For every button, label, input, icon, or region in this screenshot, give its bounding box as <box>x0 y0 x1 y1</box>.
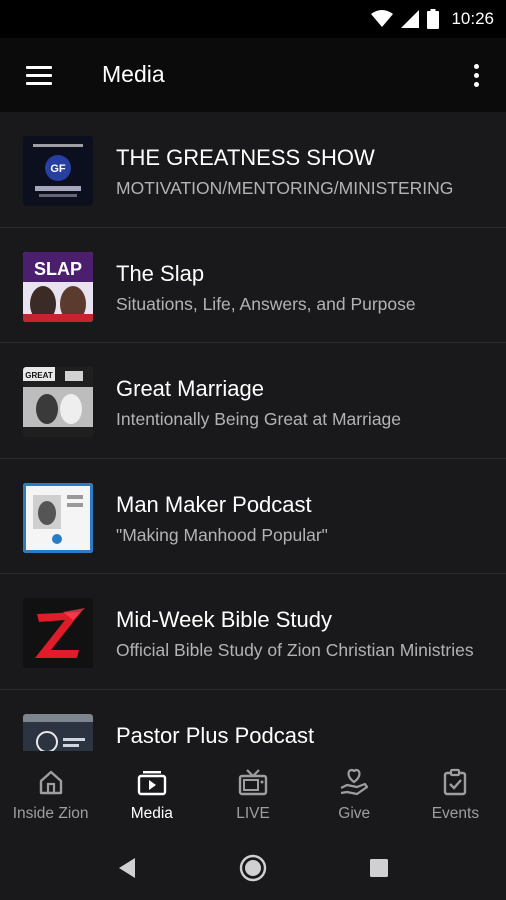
item-title: Pastor Plus Podcast <box>116 722 315 748</box>
media-list: GF THE GREATNESS SHOW MOTIVATION/MENTORI… <box>0 112 506 751</box>
item-subtitle: MOTIVATION/MENTORING/MINISTERING <box>116 178 454 198</box>
list-item[interactable]: Pastor Plus Podcast <box>0 690 506 751</box>
page-title: Media <box>102 61 165 87</box>
podcast-thumbnail: GREAT <box>23 367 93 437</box>
tv-icon <box>238 767 268 797</box>
nav-item-give[interactable]: Give <box>304 751 405 835</box>
item-subtitle: "Making Manhood Popular" <box>116 524 328 545</box>
item-title: THE GREATNESS SHOW <box>116 145 375 170</box>
nav-label: Events <box>431 805 480 822</box>
nav-label: Inside Zion <box>12 805 89 822</box>
media-player-icon <box>137 767 167 797</box>
nav-item-live[interactable]: LIVE <box>202 751 303 835</box>
calendar-check-icon <box>440 767 470 797</box>
bottom-nav: Inside Zion Media LIVE Give Events <box>0 751 506 835</box>
nav-item-inside-zion[interactable]: Inside Zion <box>0 751 101 835</box>
list-item[interactable]: GF THE GREATNESS SHOW MOTIVATION/MENTORI… <box>0 112 506 228</box>
cell-signal-icon <box>401 10 420 28</box>
battery-icon <box>427 9 440 29</box>
list-item[interactable]: SLAP The Slap Situations, Life, Answers,… <box>0 228 506 343</box>
podcast-thumbnail <box>23 598 93 668</box>
item-title: Man Maker Podcast <box>116 491 312 517</box>
nav-item-events[interactable]: Events <box>405 751 506 835</box>
recents-icon[interactable] <box>364 853 394 883</box>
nav-label: Give <box>338 805 371 822</box>
nav-label: Media <box>130 805 173 822</box>
svg-text:SLAP: SLAP <box>34 259 82 279</box>
item-subtitle: Intentionally Being Great at Marriage <box>116 409 402 429</box>
system-nav-bar <box>0 835 506 900</box>
back-icon[interactable] <box>112 853 142 883</box>
podcast-thumbnail: GF <box>23 136 93 206</box>
status-icons: 10:26 <box>371 8 494 30</box>
podcast-thumbnail: SLAP <box>23 251 93 322</box>
home-icon <box>36 767 66 797</box>
svg-text:GF: GF <box>50 163 66 175</box>
nav-label: LIVE <box>236 805 270 822</box>
svg-text:GREAT: GREAT <box>25 371 53 380</box>
home-circle-icon[interactable] <box>238 853 268 883</box>
item-title: Great Marriage <box>116 376 264 401</box>
list-item[interactable]: Man Maker Podcast "Making Manhood Popula… <box>0 459 506 574</box>
item-title: The Slap <box>116 260 205 286</box>
list-item[interactable]: Mid-Week Bible Study Official Bible Stud… <box>0 574 506 690</box>
list-item[interactable]: GREAT Great Marriage Intentionally Being… <box>0 343 506 459</box>
hamburger-menu-icon[interactable] <box>18 55 58 95</box>
nav-item-media[interactable]: Media <box>101 751 202 835</box>
status-time: 10:26 <box>451 9 494 28</box>
item-subtitle: Situations, Life, Answers, and Purpose <box>116 293 416 314</box>
podcast-thumbnail <box>23 482 93 553</box>
app-bar: Media <box>0 38 506 112</box>
give-hand-heart-icon <box>339 767 369 797</box>
wifi-icon <box>371 10 394 27</box>
item-title: Mid-Week Bible Study <box>116 607 333 632</box>
more-vert-icon[interactable] <box>464 56 488 94</box>
item-subtitle: Official Bible Study of Zion Christian M… <box>116 640 474 660</box>
status-bar: 10:26 <box>0 0 506 38</box>
podcast-thumbnail <box>23 713 93 751</box>
